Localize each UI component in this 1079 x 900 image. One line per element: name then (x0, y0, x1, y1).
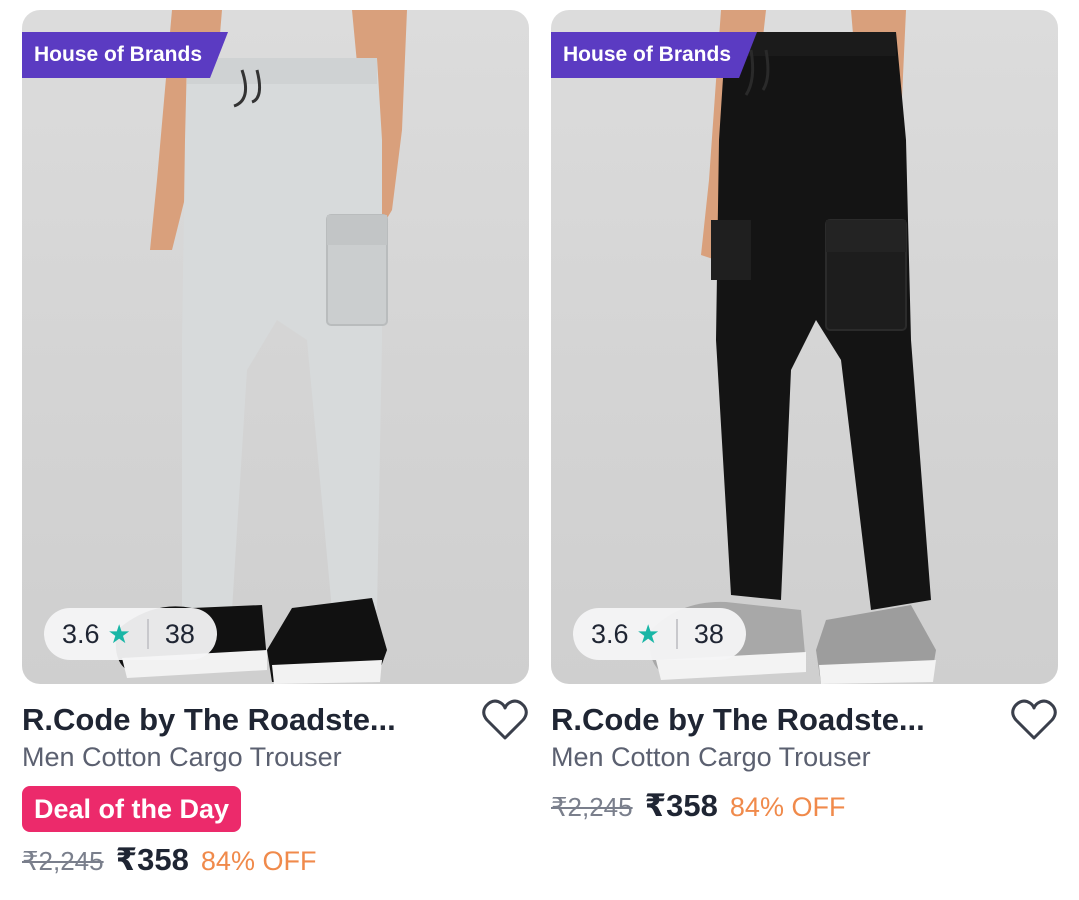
sale-price: ₹358 (644, 788, 718, 823)
product-photo (115, 10, 407, 684)
star-icon: ★ (636, 618, 660, 649)
discount-label: 84% OFF (729, 792, 846, 822)
brand-name[interactable]: R.Code by The Roadste... (22, 702, 452, 738)
product-card[interactable]: House of Brands 3.6 ★ 38 R.Code by The R… (22, 10, 529, 900)
rating-divider (675, 619, 678, 649)
brand-tag: House of Brands (551, 32, 757, 78)
heart-outline-icon[interactable] (481, 698, 529, 742)
product-image[interactable]: House of Brands 3.6 ★ 38 (551, 10, 1058, 684)
price-row: ₹2,245 ₹358 84% OFF (22, 842, 316, 878)
brand-tag: House of Brands (22, 32, 228, 78)
product-subtitle: Men Cotton Cargo Trouser (22, 742, 342, 772)
rating-badge: 3.6 ★ 38 (573, 608, 746, 660)
rating-badge: 3.6 ★ 38 (44, 608, 217, 660)
heart-outline-icon[interactable] (1010, 698, 1058, 742)
product-subtitle: Men Cotton Cargo Trouser (551, 742, 871, 772)
product-photo (649, 10, 936, 684)
mrp-price: ₹2,245 (551, 792, 633, 822)
star-icon: ★ (107, 618, 131, 649)
sale-price: ₹358 (115, 842, 189, 877)
discount-label: 84% OFF (200, 846, 317, 876)
title-row: R.Code by The Roadste... (22, 698, 529, 742)
rating-value: 3.6 (591, 618, 629, 649)
price-row: ₹2,245 ₹358 84% OFF (551, 788, 845, 824)
rating-count: 38 (164, 618, 195, 649)
rating-value: 3.6 (62, 618, 100, 649)
title-row: R.Code by The Roadste... (551, 698, 1058, 742)
product-image[interactable]: House of Brands 3.6 ★ 38 (22, 10, 529, 684)
rating-count: 38 (693, 618, 724, 649)
product-card[interactable]: House of Brands 3.6 ★ 38 R.Code by The R… (551, 10, 1058, 900)
rating-divider (146, 619, 149, 649)
brand-name[interactable]: R.Code by The Roadste... (551, 702, 981, 738)
deal-badge: Deal of the Day (22, 786, 242, 832)
mrp-price: ₹2,245 (22, 846, 104, 876)
